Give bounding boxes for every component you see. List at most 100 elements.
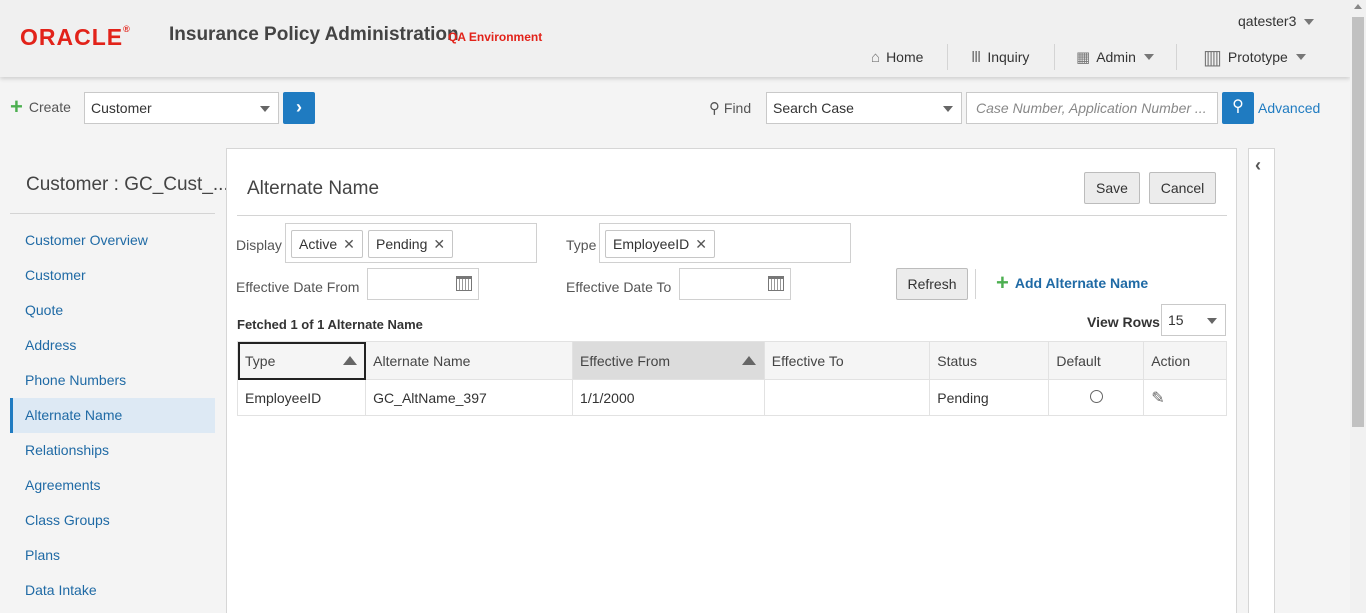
chevron-down-icon bbox=[1295, 54, 1306, 60]
column-header-effective-from[interactable]: Effective From bbox=[572, 341, 765, 380]
column-header-effective-to[interactable]: Effective To bbox=[764, 341, 931, 380]
effective-date-from-label: Effective Date From bbox=[236, 279, 360, 295]
sidebar-item-quote[interactable]: Quote bbox=[10, 293, 215, 328]
close-icon[interactable]: ✕ bbox=[695, 236, 707, 252]
column-header-alternate-name[interactable]: Alternate Name bbox=[365, 341, 574, 380]
scrollbar-thumb[interactable] bbox=[1352, 17, 1364, 427]
create-go-button[interactable]: › bbox=[283, 92, 315, 124]
building-icon: ▥ bbox=[1203, 46, 1222, 69]
sidebar-item-customer-overview[interactable]: Customer Overview bbox=[10, 223, 215, 258]
sort-ascending-icon[interactable] bbox=[741, 356, 756, 365]
create-label: Create bbox=[28, 99, 71, 115]
display-tag-pending[interactable]: Pending ✕ bbox=[368, 230, 454, 258]
column-label: Effective From bbox=[580, 352, 671, 369]
nav-inquiry[interactable]: Ⅲ Inquiry bbox=[971, 40, 1029, 74]
create-type-select[interactable]: Customer bbox=[84, 92, 279, 124]
fetched-count: Fetched 1 of 1 Alternate Name bbox=[237, 317, 423, 332]
display-label: Display bbox=[236, 237, 282, 253]
find-label-group: ⚲ Find bbox=[709, 99, 751, 117]
column-label: Default bbox=[1056, 352, 1101, 369]
close-icon[interactable]: ✕ bbox=[433, 236, 445, 252]
cancel-button[interactable]: Cancel bbox=[1149, 172, 1216, 204]
close-icon[interactable]: ✕ bbox=[343, 236, 355, 252]
sidebar-item-plans[interactable]: Plans bbox=[10, 538, 215, 573]
effective-date-to-input[interactable] bbox=[679, 268, 791, 300]
type-tag-employeeid[interactable]: EmployeeID ✕ bbox=[605, 230, 715, 258]
chevron-down-icon bbox=[1304, 19, 1315, 26]
chevron-down-icon bbox=[1207, 318, 1217, 324]
chevron-down-icon bbox=[260, 106, 270, 112]
view-rows-label: View Rows bbox=[1087, 314, 1160, 330]
cell-action: ✎ bbox=[1143, 379, 1227, 416]
environment-label: QA Environment bbox=[448, 30, 543, 44]
scroll-up-icon[interactable] bbox=[1354, 4, 1362, 9]
search-button[interactable]: ⚲ bbox=[1222, 92, 1254, 124]
chevron-right-icon: › bbox=[296, 97, 302, 117]
cell-default bbox=[1048, 379, 1145, 416]
divider bbox=[237, 215, 1227, 216]
column-header-type[interactable]: Type bbox=[236, 341, 367, 380]
chevron-left-icon[interactable]: ‹ bbox=[1255, 155, 1261, 176]
column-label: Action bbox=[1151, 352, 1191, 369]
search-icon: ⚲ bbox=[1232, 98, 1244, 115]
view-rows-select[interactable]: 15 bbox=[1161, 304, 1226, 336]
page-scrollbar[interactable] bbox=[1350, 0, 1366, 613]
nav-divider bbox=[947, 44, 948, 70]
sidebar-item-customer[interactable]: Customer bbox=[10, 258, 215, 293]
create-button[interactable]: + Create bbox=[10, 96, 71, 118]
save-button[interactable]: Save bbox=[1084, 172, 1140, 204]
type-filter[interactable]: EmployeeID ✕ bbox=[599, 223, 851, 263]
view-rows-value: 15 bbox=[1168, 312, 1184, 328]
column-label: Type bbox=[245, 352, 276, 369]
nav-divider bbox=[1176, 44, 1177, 70]
nav-admin[interactable]: ▦ Admin bbox=[1076, 40, 1154, 74]
magnifier-icon: ⚲ bbox=[709, 100, 720, 117]
search-input[interactable]: Case Number, Application Number ... bbox=[966, 92, 1218, 124]
sidebar-item-alternate-name[interactable]: Alternate Name bbox=[10, 398, 215, 433]
cell-alternate-name: GC_AltName_397 bbox=[365, 379, 574, 416]
sidebar-item-class-groups[interactable]: Class Groups bbox=[10, 503, 215, 538]
display-filter[interactable]: Active ✕ Pending ✕ bbox=[285, 223, 537, 263]
nav-home[interactable]: ⌂ Home bbox=[871, 40, 923, 74]
page-title: Alternate Name bbox=[247, 178, 380, 199]
sidebar-item-agreements[interactable]: Agreements bbox=[10, 468, 215, 503]
edit-icon[interactable]: ✎ bbox=[1151, 388, 1164, 408]
chevron-down-icon bbox=[1143, 54, 1154, 60]
find-label: Find bbox=[723, 100, 752, 116]
sidebar-item-data-intake[interactable]: Data Intake bbox=[10, 573, 215, 608]
refresh-button[interactable]: Refresh bbox=[896, 268, 968, 300]
display-tag-active[interactable]: Active ✕ bbox=[291, 230, 363, 258]
column-header-status[interactable]: Status bbox=[929, 341, 1050, 380]
divider bbox=[10, 213, 215, 214]
nav-prototype[interactable]: ▥ Prototype bbox=[1203, 40, 1306, 74]
column-label: Effective To bbox=[771, 352, 844, 369]
cell-effective-from: 1/1/2000 bbox=[572, 379, 765, 416]
user-menu[interactable]: qatester3 bbox=[1238, 13, 1315, 29]
column-header-default[interactable]: Default bbox=[1048, 341, 1145, 380]
find-type-value: Search Case bbox=[773, 100, 854, 116]
find-type-select[interactable]: Search Case bbox=[766, 92, 962, 124]
table-row[interactable]: EmployeeID GC_AltName_397 1/1/2000 Pendi… bbox=[236, 379, 1227, 416]
column-header-action: Action bbox=[1143, 341, 1227, 380]
sort-ascending-icon[interactable] bbox=[343, 356, 358, 365]
nav-admin-label: Admin bbox=[1096, 49, 1136, 65]
home-icon: ⌂ bbox=[871, 48, 881, 66]
app-header: ORACLE® Insurance Policy Administration … bbox=[0, 0, 1350, 77]
default-radio[interactable] bbox=[1089, 389, 1103, 403]
effective-date-from-input[interactable] bbox=[367, 268, 479, 300]
tag-label: Pending bbox=[376, 236, 428, 252]
calendar-icon[interactable] bbox=[768, 276, 784, 291]
grid-icon: ▦ bbox=[1076, 49, 1091, 66]
add-alternate-name-button[interactable]: + Add Alternate Name bbox=[996, 272, 1148, 294]
sidebar-item-relationships[interactable]: Relationships bbox=[10, 433, 215, 468]
nav-home-label: Home bbox=[886, 49, 924, 65]
advanced-search-link[interactable]: Advanced bbox=[1258, 100, 1320, 116]
type-label: Type bbox=[566, 237, 597, 253]
tag-label: EmployeeID bbox=[613, 236, 690, 252]
chevron-down-icon bbox=[943, 106, 953, 112]
app-title: Insurance Policy Administration bbox=[169, 24, 459, 45]
sidebar-item-phone-numbers[interactable]: Phone Numbers bbox=[10, 363, 215, 398]
calendar-icon[interactable] bbox=[456, 276, 472, 291]
main-panel: Alternate Name Save Cancel Display Activ… bbox=[226, 148, 1237, 613]
sidebar-item-address[interactable]: Address bbox=[10, 328, 215, 363]
